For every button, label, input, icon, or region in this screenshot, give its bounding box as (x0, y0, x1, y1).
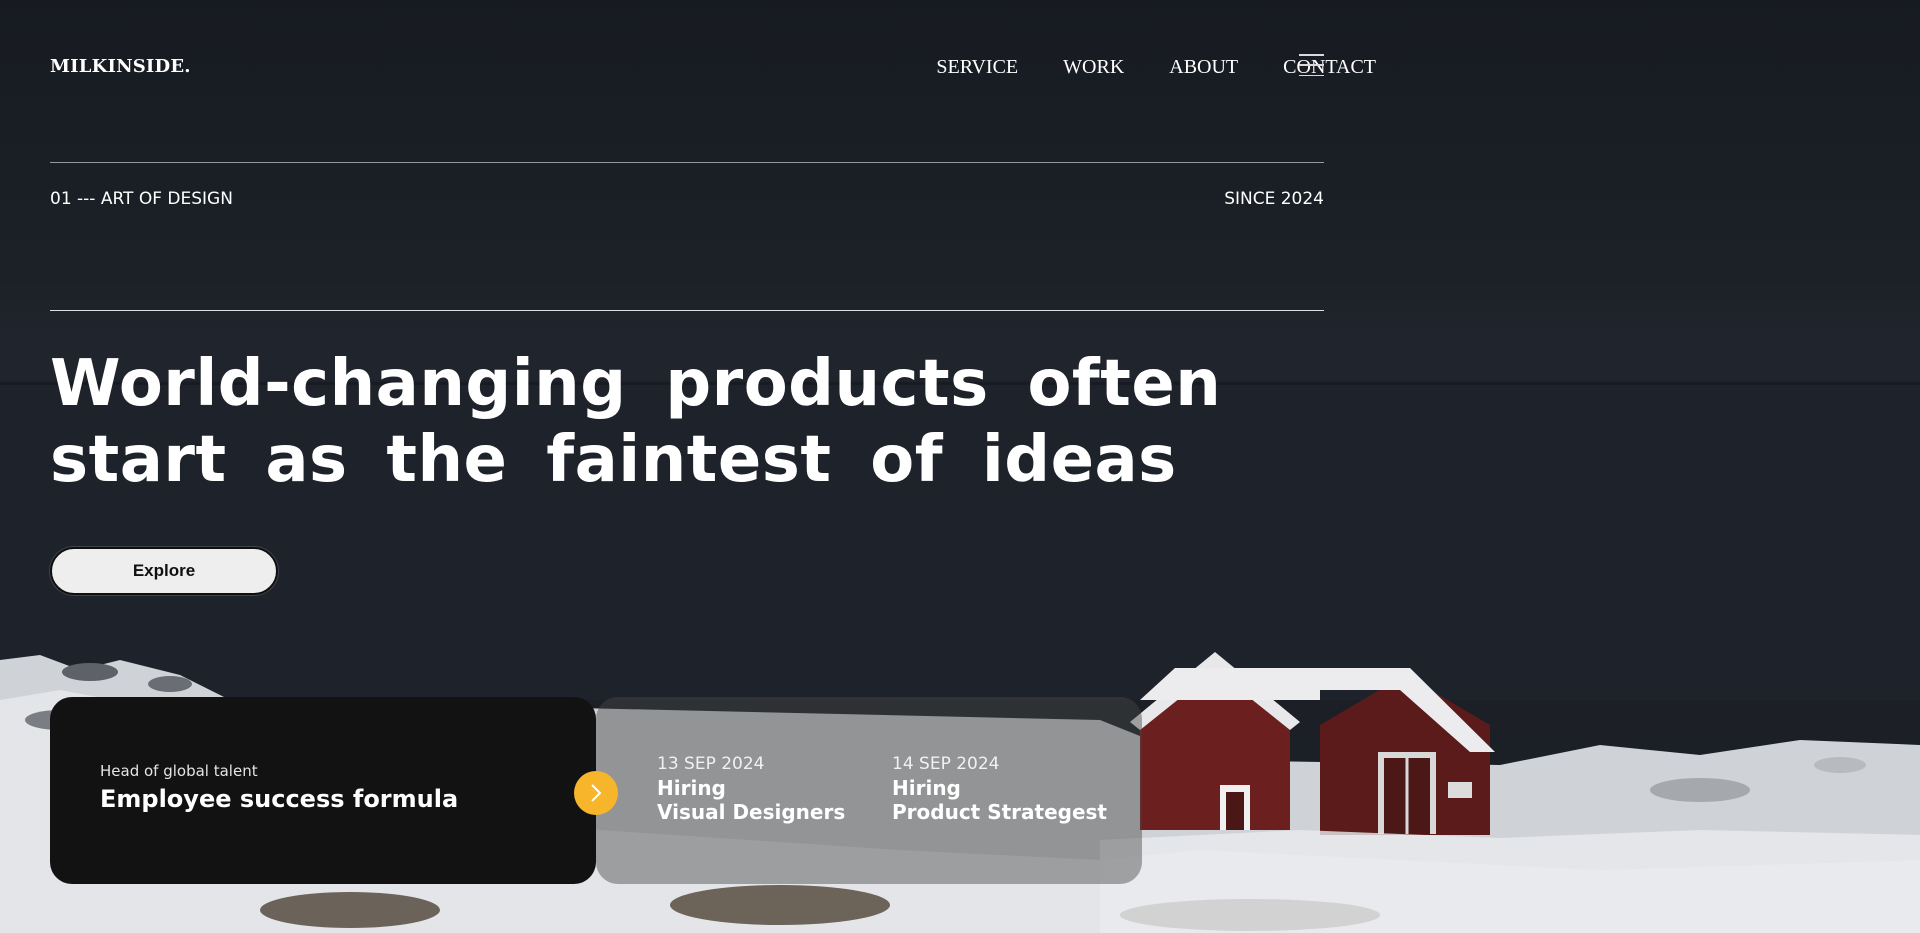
featured-card-title: Employee success formula (100, 785, 459, 813)
job-date: 13 SEP 2024 (657, 754, 765, 774)
section-label: 01 --- ART OF DESIGN (50, 189, 233, 209)
menu-line-middle (1299, 64, 1324, 66)
nav-item-contact[interactable]: CONTACT (1283, 56, 1376, 79)
explore-button[interactable]: Explore (50, 547, 278, 595)
brand-logo[interactable]: MILKINSIDE. (50, 56, 191, 77)
jobs-card: 13 SEP 2024 Hiring Visual Designers 14 S… (596, 697, 1142, 884)
hero-headline-line-2: start as the faintest of ideas (50, 423, 1177, 497)
nav-item-service[interactable]: SERVICE (936, 56, 1018, 79)
job-role: Visual Designers (657, 800, 846, 824)
next-arrow-button[interactable] (574, 771, 618, 815)
nav-item-about[interactable]: ABOUT (1169, 56, 1238, 79)
featured-card[interactable]: Head of global talent Employee success f… (50, 697, 596, 884)
job-role: Product Strategest (892, 800, 1107, 824)
chevron-right-icon (591, 784, 602, 802)
job-date: 14 SEP 2024 (892, 754, 1000, 774)
hamburger-menu-icon[interactable] (1299, 54, 1324, 76)
job-listing[interactable]: 14 SEP 2024 Hiring Product Strategest (892, 754, 1107, 824)
nav-item-work[interactable]: WORK (1063, 56, 1124, 79)
menu-line-bottom (1299, 74, 1324, 76)
hero-headline-line-1: World-changing products often (50, 347, 1222, 421)
divider-bottom (50, 310, 1324, 311)
divider-top (50, 162, 1324, 163)
job-type: Hiring (657, 776, 726, 800)
menu-line-top (1299, 54, 1324, 56)
featured-card-subtitle: Head of global talent (100, 762, 258, 780)
job-type: Hiring (892, 776, 961, 800)
hero-headline: World-changing products often start as t… (50, 346, 1222, 498)
job-listing[interactable]: 13 SEP 2024 Hiring Visual Designers (657, 754, 845, 824)
since-label: SINCE 2024 (1224, 189, 1324, 209)
